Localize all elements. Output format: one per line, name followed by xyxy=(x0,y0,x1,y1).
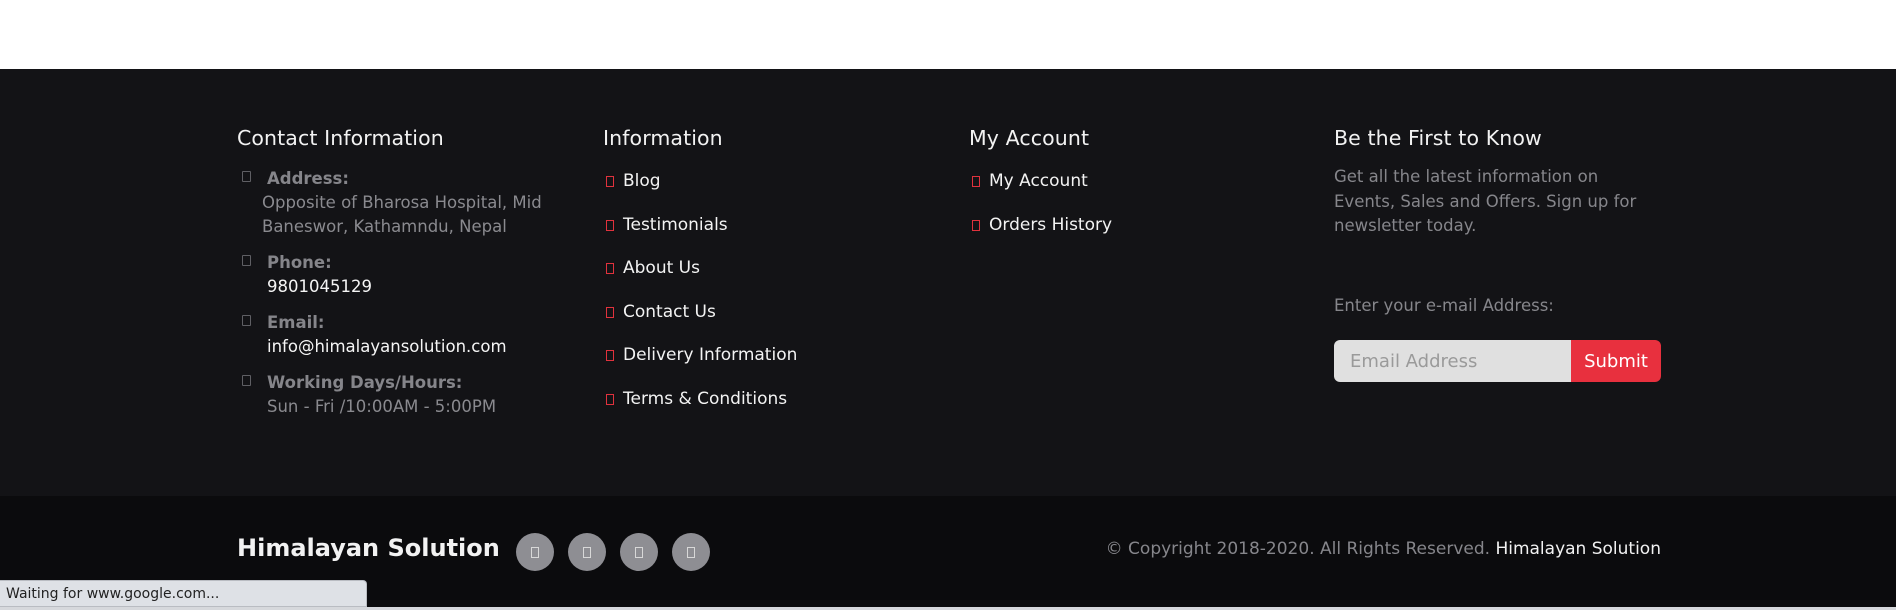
information-heading: Information xyxy=(603,126,723,150)
phone-icon xyxy=(242,255,251,266)
chevron-right-icon xyxy=(606,350,614,362)
newsletter-column: Be the First to Know Get all the latest … xyxy=(1334,126,1664,382)
chevron-right-icon xyxy=(606,393,614,405)
newsletter-email-label: Enter your e-mail Address: xyxy=(1334,296,1554,315)
footer-link-my-account[interactable]: My Account xyxy=(969,169,1112,213)
chevron-right-icon xyxy=(606,176,614,187)
phone-item: Phone: 9801045129 xyxy=(237,251,557,299)
phone-label: Phone: xyxy=(267,253,332,272)
account-column: My Account My Account Orders History xyxy=(969,126,1112,256)
footer-link-testimonials[interactable]: Testimonials xyxy=(603,213,797,257)
email-item: Email: info@himalayansolution.com xyxy=(237,311,557,359)
copyright-brand-link[interactable]: Himalayan Solution xyxy=(1495,539,1661,559)
footer-link-blog[interactable]: Blog xyxy=(603,169,797,213)
chevron-right-icon xyxy=(606,306,614,318)
newsletter-form: Submit xyxy=(1334,340,1661,382)
account-links: My Account Orders History xyxy=(969,169,1112,256)
copyright-text: © Copyright 2018-2020. All Rights Reserv… xyxy=(1106,539,1661,559)
hours-value: Sun - Fri /10:00AM - 5:00PM xyxy=(267,397,497,416)
footer-link-delivery-information[interactable]: Delivery Information xyxy=(603,343,797,387)
footer-link-contact-us[interactable]: Contact Us xyxy=(603,300,797,344)
email-value[interactable]: info@himalayansolution.com xyxy=(267,335,557,359)
chevron-right-icon xyxy=(606,263,614,275)
information-column: Information Blog Testimonials About Us C… xyxy=(603,126,797,431)
contact-column: Contact Information Address: Opposite of… xyxy=(237,126,557,419)
contact-heading: Contact Information xyxy=(237,126,444,150)
copyright-notice: © Copyright 2018-2020. All Rights Reserv… xyxy=(1105,539,1491,559)
envelope-icon xyxy=(242,315,251,326)
browser-status-bar: Waiting for www.google.com... xyxy=(0,580,367,607)
social-links xyxy=(516,533,710,571)
hours-item: Working Days/Hours: Sun - Fri /10:00AM -… xyxy=(237,371,557,419)
instagram-icon[interactable] xyxy=(620,533,658,571)
email-label: Email: xyxy=(267,313,325,332)
footer-link-orders-history[interactable]: Orders History xyxy=(969,213,1112,257)
newsletter-email-input[interactable] xyxy=(1334,340,1571,382)
information-links: Blog Testimonials About Us Contact Us De… xyxy=(603,169,797,431)
account-heading: My Account xyxy=(969,126,1090,150)
newsletter-heading: Be the First to Know xyxy=(1334,126,1542,150)
footer-main: Contact Information Address: Opposite of… xyxy=(0,69,1896,496)
twitter-icon[interactable] xyxy=(568,533,606,571)
footer-brand[interactable]: Himalayan Solution xyxy=(237,534,500,562)
address-line-1: Opposite of Bharosa Hospital, Mid xyxy=(262,193,542,212)
phone-value[interactable]: 9801045129 xyxy=(267,275,557,299)
footer-link-about-us[interactable]: About Us xyxy=(603,256,797,300)
facebook-icon[interactable] xyxy=(516,533,554,571)
chevron-right-icon xyxy=(606,219,614,231)
newsletter-description: Get all the latest information on Events… xyxy=(1334,167,1637,235)
page-top-area xyxy=(0,0,1896,69)
chevron-right-icon xyxy=(972,176,980,187)
address-label: Address: xyxy=(267,169,349,188)
address-item: Address: Opposite of Bharosa Hospital, M… xyxy=(237,167,557,239)
newsletter-submit-button[interactable]: Submit xyxy=(1571,340,1661,382)
map-marker-icon xyxy=(242,171,251,182)
address-line-2: Baneswor, Kathamndu, Nepal xyxy=(262,217,507,236)
hours-label: Working Days/Hours: xyxy=(267,373,463,392)
clock-icon xyxy=(242,375,251,386)
chevron-right-icon xyxy=(972,219,980,231)
footer-link-terms-conditions[interactable]: Terms & Conditions xyxy=(603,387,797,431)
linkedin-icon[interactable] xyxy=(672,533,710,571)
